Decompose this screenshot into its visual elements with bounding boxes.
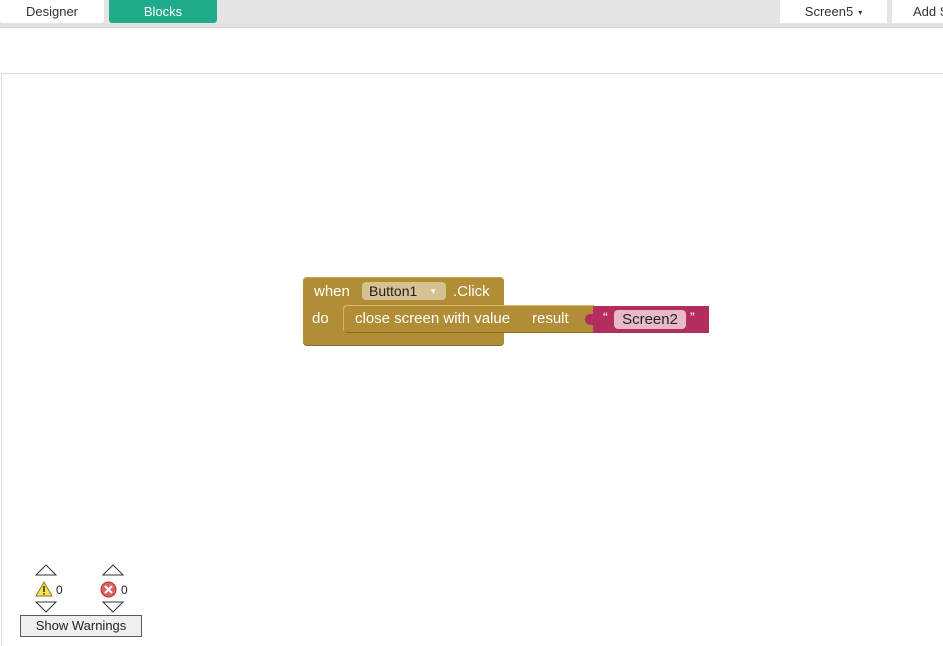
chevron-down-icon: ▾ [858, 8, 863, 18]
close-screen-label: close screen with value [355, 310, 511, 327]
puzzle-connector [585, 314, 595, 325]
tab-designer[interactable]: Designer [0, 0, 104, 23]
arrow-down-icon[interactable] [102, 601, 124, 613]
blocks-workspace[interactable] [1, 73, 943, 646]
text-value-field[interactable]: Screen2 [614, 310, 686, 329]
arrow-up-icon[interactable] [102, 564, 124, 576]
component-dropdown[interactable]: Button1 ▾ [362, 282, 446, 300]
tab-blocks[interactable]: Blocks [109, 0, 217, 23]
error-count: 0 [121, 583, 128, 597]
text-string-block[interactable]: “ Screen2 ” [585, 306, 709, 333]
open-quote: “ [603, 309, 608, 325]
add-screen-button[interactable]: Add Screen [892, 0, 943, 23]
block-when-label: when [314, 283, 350, 300]
warning-count: 0 [56, 583, 63, 597]
arrow-up-icon[interactable] [35, 564, 57, 576]
screen-select-value: Screen5 [804, 4, 854, 19]
error-icon [100, 581, 117, 598]
chevron-down-icon: ▾ [431, 286, 436, 296]
component-dropdown-value: Button1 [369, 283, 418, 299]
screen-select[interactable]: Screen5 ▾ [780, 0, 887, 23]
show-warnings-button[interactable]: Show Warnings [20, 615, 142, 637]
close-quote: ” [690, 309, 695, 325]
result-arg-label: result [532, 310, 569, 327]
block-event-label: .Click [453, 283, 490, 300]
arrow-down-icon[interactable] [35, 601, 57, 613]
warning-icon [35, 581, 53, 597]
top-toolbar: Designer Blocks Screen5 ▾ Add Screen [0, 0, 943, 28]
block-do-label: do [312, 310, 329, 327]
close-screen-with-value-block[interactable]: close screen with value result [343, 305, 596, 333]
